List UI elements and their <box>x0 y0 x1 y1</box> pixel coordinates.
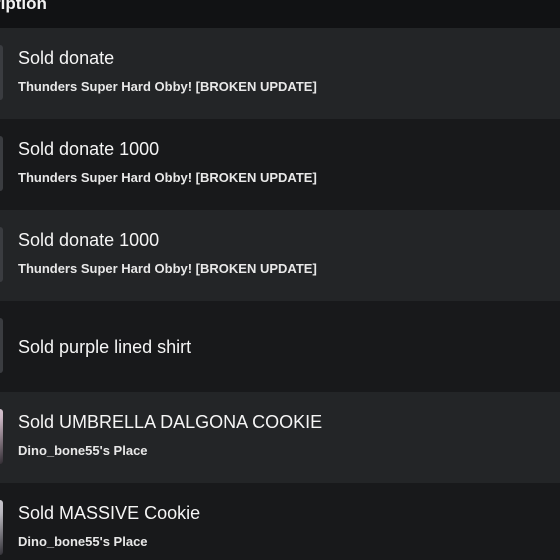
transactions-list: Sold donate Thunders Super Hard Obby! [B… <box>0 28 560 560</box>
table-row[interactable]: Sold donate 1000 Thunders Super Hard Obb… <box>0 119 560 210</box>
sold-prefix: Sold <box>18 48 55 68</box>
place-name-link[interactable]: Thunders Super Hard Obby! [BROKEN UPDATE… <box>18 79 317 94</box>
transaction-title: Sold donate 1000 <box>18 139 159 160</box>
item-thumbnail[interactable] <box>0 227 3 282</box>
sold-prefix: Sold <box>18 337 55 357</box>
item-thumbnail[interactable] <box>0 500 3 555</box>
item-thumbnail[interactable] <box>0 136 3 191</box>
sold-prefix: Sold <box>18 503 55 523</box>
place-name-link[interactable]: Dino_bone55's Place <box>18 534 148 549</box>
item-name-link[interactable]: UMBRELLA DALGONA COOKIE <box>59 412 322 432</box>
item-name-link[interactable]: MASSIVE Cookie <box>59 503 200 523</box>
table-header: ription <box>0 0 560 28</box>
place-name-link[interactable]: Thunders Super Hard Obby! [BROKEN UPDATE… <box>18 170 317 185</box>
item-name-link[interactable]: donate <box>59 48 114 68</box>
transaction-title: Sold donate 1000 <box>18 230 159 251</box>
place-name-link[interactable]: Dino_bone55's Place <box>18 443 148 458</box>
item-thumbnail[interactable] <box>0 409 3 464</box>
item-name-link[interactable]: purple lined shirt <box>59 337 191 357</box>
table-row[interactable]: Sold donate 1000 Thunders Super Hard Obb… <box>0 210 560 301</box>
table-row[interactable]: Sold MASSIVE Cookie Dino_bone55's Place <box>0 483 560 560</box>
item-thumbnail[interactable] <box>0 318 3 373</box>
description-column-header: ription <box>0 0 47 13</box>
item-thumbnail[interactable] <box>0 45 3 100</box>
item-name-link[interactable]: donate 1000 <box>59 230 159 250</box>
transaction-title: Sold purple lined shirt <box>18 337 191 358</box>
sold-prefix: Sold <box>18 412 55 432</box>
transaction-title: Sold donate <box>18 48 114 69</box>
table-row[interactable]: Sold purple lined shirt <box>0 301 560 392</box>
transaction-title: Sold UMBRELLA DALGONA COOKIE <box>18 412 322 433</box>
transaction-title: Sold MASSIVE Cookie <box>18 503 200 524</box>
table-row[interactable]: Sold UMBRELLA DALGONA COOKIE Dino_bone55… <box>0 392 560 483</box>
sold-prefix: Sold <box>18 230 55 250</box>
item-name-link[interactable]: donate 1000 <box>59 139 159 159</box>
place-name-link[interactable]: Thunders Super Hard Obby! [BROKEN UPDATE… <box>18 261 317 276</box>
transactions-page: ription Sold donate Thunders Super Hard … <box>0 0 560 560</box>
sold-prefix: Sold <box>18 139 55 159</box>
table-row[interactable]: Sold donate Thunders Super Hard Obby! [B… <box>0 28 560 119</box>
